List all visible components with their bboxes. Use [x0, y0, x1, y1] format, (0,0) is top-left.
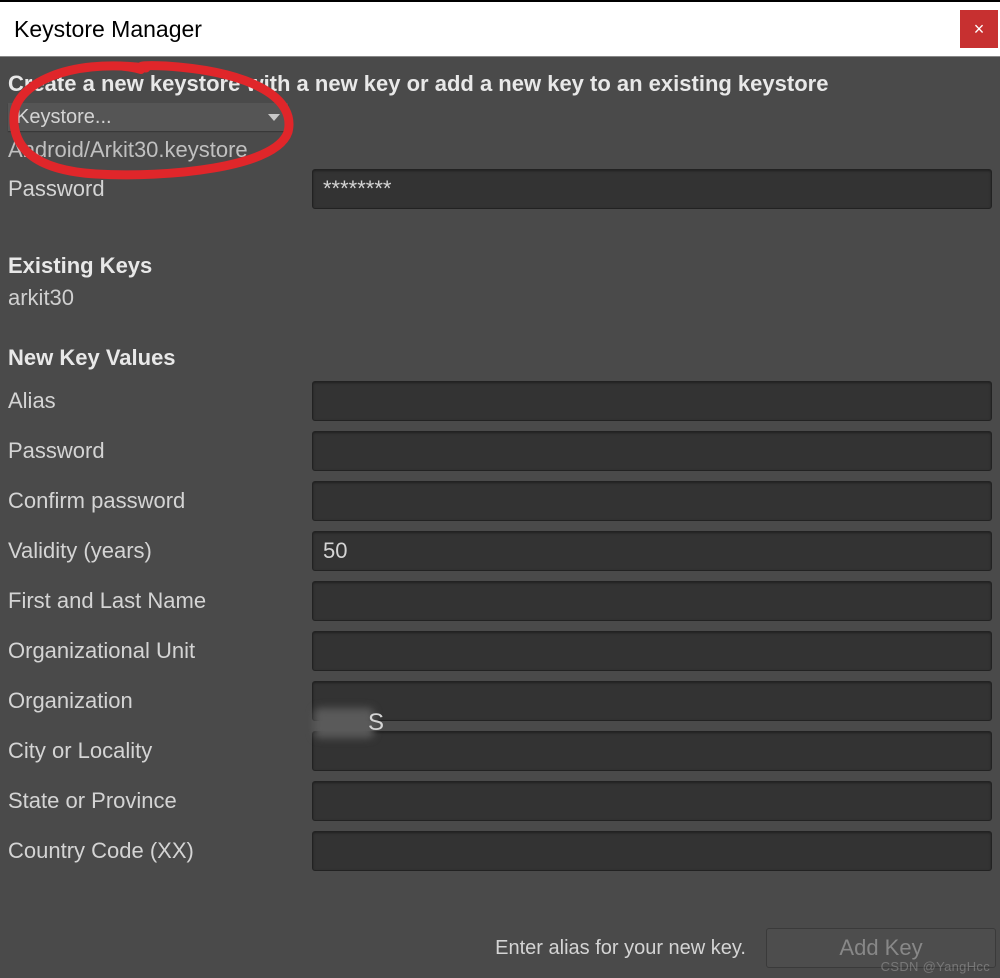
alias-label: Alias [8, 388, 312, 414]
country-label: Country Code (XX) [8, 838, 312, 864]
chevron-down-icon [268, 114, 280, 121]
watermark: CSDN @YangHcc [881, 959, 990, 974]
keystore-path: Android/Arkit30.keystore [8, 137, 992, 163]
footer-hint: Enter alias for your new key. [495, 937, 746, 960]
city-input[interactable] [312, 731, 992, 771]
state-label: State or Province [8, 788, 312, 814]
org-input[interactable] [312, 681, 992, 721]
keystore-dropdown-label: Keystore... [16, 106, 112, 129]
state-input[interactable] [312, 781, 992, 821]
key-password-input[interactable] [312, 431, 992, 471]
confirm-password-input[interactable] [312, 481, 992, 521]
close-icon: × [974, 19, 985, 40]
footer: Enter alias for your new key. Add Key [0, 928, 1000, 968]
confirm-password-label: Confirm password [8, 488, 312, 514]
existing-key-item: arkit30 [8, 285, 992, 311]
country-input[interactable] [312, 831, 992, 871]
alias-input[interactable] [312, 381, 992, 421]
titlebar: Keystore Manager × [0, 2, 1000, 57]
instruction-text: Create a new keystore with a new key or … [8, 71, 992, 97]
close-button[interactable]: × [960, 10, 998, 48]
name-label: First and Last Name [8, 588, 312, 614]
validity-input[interactable] [312, 531, 992, 571]
keystore-dropdown[interactable]: Keystore... [8, 103, 288, 131]
org-label: Organization [8, 688, 312, 714]
keystore-password-input[interactable] [312, 169, 992, 209]
key-password-label: Password [8, 438, 312, 464]
validity-label: Validity (years) [8, 538, 312, 564]
existing-keys-header: Existing Keys [8, 253, 992, 279]
content-area: Create a new keystore with a new key or … [0, 57, 1000, 871]
ou-label: Organizational Unit [8, 638, 312, 664]
name-input[interactable] [312, 581, 992, 621]
new-key-values-header: New Key Values [8, 345, 992, 371]
city-label: City or Locality [8, 738, 312, 764]
ou-input[interactable] [312, 631, 992, 671]
window-title: Keystore Manager [14, 16, 202, 43]
keystore-password-label: Password [8, 176, 312, 202]
